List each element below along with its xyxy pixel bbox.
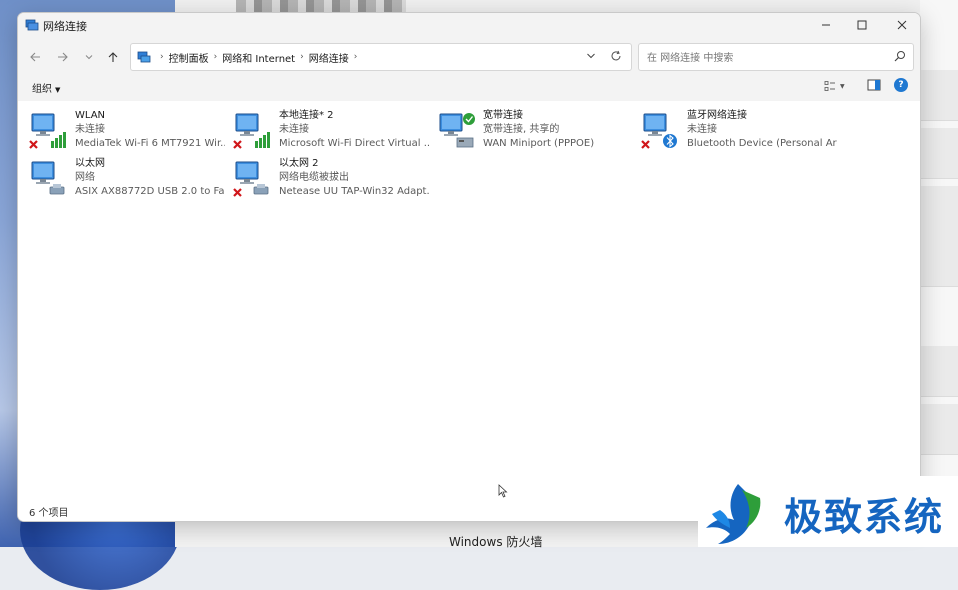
breadcrumb-item-network-internet[interactable]: 网络和 Internet — [222, 50, 295, 65]
breadcrumb: › 控制面板 › 网络和 Internet › 网络连接 › — [137, 49, 362, 65]
control-panel-icon — [137, 51, 151, 63]
connection-device: Microsoft Wi-Fi Direct Virtual ... — [279, 138, 429, 149]
connection-item[interactable]: 宽带连接宽带连接, 共享的 WAN Miniport (PPPOE) — [426, 107, 626, 153]
connection-status: 网络 — [75, 172, 95, 183]
connection-item[interactable]: 本地连接* 2 未连接 Microsoft Wi-Fi Direct Virtual… — [222, 107, 429, 153]
background-row — [920, 236, 958, 287]
connection-item[interactable]: WLAN 未连接 MediaTek Wi-Fi 6 MT7921 Wir... — [18, 107, 225, 153]
caret-down-icon: ▼ — [840, 82, 845, 90]
connection-status: 网络电缆被拔出 — [279, 172, 349, 183]
refresh-button[interactable] — [608, 48, 624, 64]
search-input[interactable] — [645, 48, 889, 68]
connection-device: WAN Miniport (PPPOE) — [483, 138, 595, 149]
connection-name: 本地连接* 2 — [279, 110, 334, 121]
firewall-link[interactable]: Windows 防火墙 — [449, 533, 542, 550]
window-title: 网络连接 — [43, 20, 87, 33]
connections-list: WLAN 未连接 MediaTek Wi-Fi 6 MT7921 Wir... 本地连… — [18, 101, 920, 499]
connection-status: 未连接 — [687, 124, 717, 135]
recent-locations-button[interactable] — [78, 47, 100, 67]
minimize-icon — [822, 24, 830, 26]
connection-device: ASIX AX88772D USB 2.0 to Fas... — [75, 186, 225, 197]
connection-device: Bluetooth Device (Personal Are... — [687, 138, 837, 149]
background-row — [920, 186, 958, 237]
maximize-icon — [857, 20, 867, 30]
connection-device: MediaTek Wi-Fi 6 MT7921 Wir... — [75, 138, 225, 149]
minimize-button[interactable] — [808, 13, 844, 37]
preview-pane-icon[interactable] — [867, 79, 881, 91]
back-button[interactable] — [24, 47, 46, 67]
wifi-adapter-icon — [233, 113, 270, 149]
arrow-up-icon — [108, 52, 118, 62]
connection-status: 未连接 — [75, 124, 105, 135]
organize-menu[interactable]: 组织 ▼ — [32, 80, 60, 95]
background-row — [920, 70, 958, 121]
chevron-down-icon — [587, 53, 595, 59]
refresh-icon — [611, 50, 621, 61]
connection-item[interactable]: 以太网 2 网络电缆被拔出 Netease UU TAP-Win32 Adapt..… — [222, 155, 429, 201]
background-blurred-region — [236, 0, 406, 12]
address-bar[interactable]: › 控制面板 › 网络和 Internet › 网络连接 › — [130, 43, 632, 71]
view-details-icon — [824, 81, 835, 91]
ethernet-adapter-icon — [233, 161, 269, 197]
connection-name: WLAN — [75, 110, 106, 121]
up-button[interactable] — [102, 47, 124, 67]
connection-status: 宽带连接, 共享的 — [483, 124, 560, 135]
breadcrumb-separator: › — [160, 52, 164, 62]
connection-name: 蓝牙网络连接 — [687, 110, 747, 121]
background-row — [920, 346, 958, 397]
site-logo: 极致系统 — [698, 476, 958, 547]
background-row — [920, 404, 958, 455]
arrow-left-icon — [30, 52, 40, 62]
connection-item[interactable]: 以太网网络 ASIX AX88772D USB 2.0 to Fas... — [18, 155, 225, 201]
command-bar: 组织 ▼ ▼ ? — [18, 71, 920, 101]
caret-down-icon: ▼ — [55, 86, 61, 94]
connection-name: 以太网 — [75, 158, 105, 169]
arrow-right-icon — [58, 52, 68, 62]
network-connections-window: 网络连接 › 控制面板 › 网络和 Internet › 网络连接 › 在 网络… — [17, 12, 921, 522]
wifi-adapter-icon — [29, 113, 66, 149]
breadcrumb-item-network-connections[interactable]: 网络连接 — [309, 50, 349, 65]
maximize-button[interactable] — [844, 13, 880, 37]
broadband-adapter-icon — [439, 113, 475, 148]
connection-name: 以太网 2 — [279, 158, 319, 169]
forward-button[interactable] — [52, 47, 74, 67]
help-button[interactable]: ? — [894, 78, 908, 92]
change-view-button[interactable]: ▼ — [824, 79, 852, 93]
connection-device: Netease UU TAP-Win32 Adapt... — [279, 186, 429, 197]
chevron-down-icon — [85, 55, 93, 60]
search-box[interactable] — [638, 43, 914, 71]
background-row — [920, 128, 958, 179]
close-button[interactable] — [884, 13, 920, 37]
breadcrumb-separator[interactable]: › — [354, 52, 358, 62]
item-count: 6 个项目 — [29, 508, 69, 519]
search-icon[interactable] — [893, 49, 907, 63]
address-row: › 控制面板 › 网络和 Internet › 网络连接 › — [18, 41, 920, 71]
connection-item[interactable]: 蓝牙网络连接 未连接 Bluetooth Device (Personal Are.… — [630, 107, 837, 153]
breadcrumb-separator: › — [213, 52, 218, 62]
breadcrumb-separator: › — [300, 52, 304, 62]
logo-dragon-icon — [706, 484, 761, 544]
address-history-dropdown[interactable] — [583, 48, 599, 64]
mouse-cursor-icon — [498, 484, 508, 498]
breadcrumb-item-control-panel[interactable]: 控制面板 — [169, 50, 209, 65]
bluetooth-adapter-icon — [641, 113, 677, 149]
title-bar[interactable]: 网络连接 — [18, 13, 920, 41]
ethernet-adapter-icon — [31, 161, 65, 195]
logo-text: 极致系统 — [784, 495, 945, 539]
close-icon — [897, 20, 907, 30]
connection-name: 宽带连接 — [483, 110, 523, 121]
organize-label: 组织 — [32, 84, 52, 95]
connection-status: 未连接 — [279, 124, 309, 135]
network-folder-icon — [25, 19, 39, 31]
